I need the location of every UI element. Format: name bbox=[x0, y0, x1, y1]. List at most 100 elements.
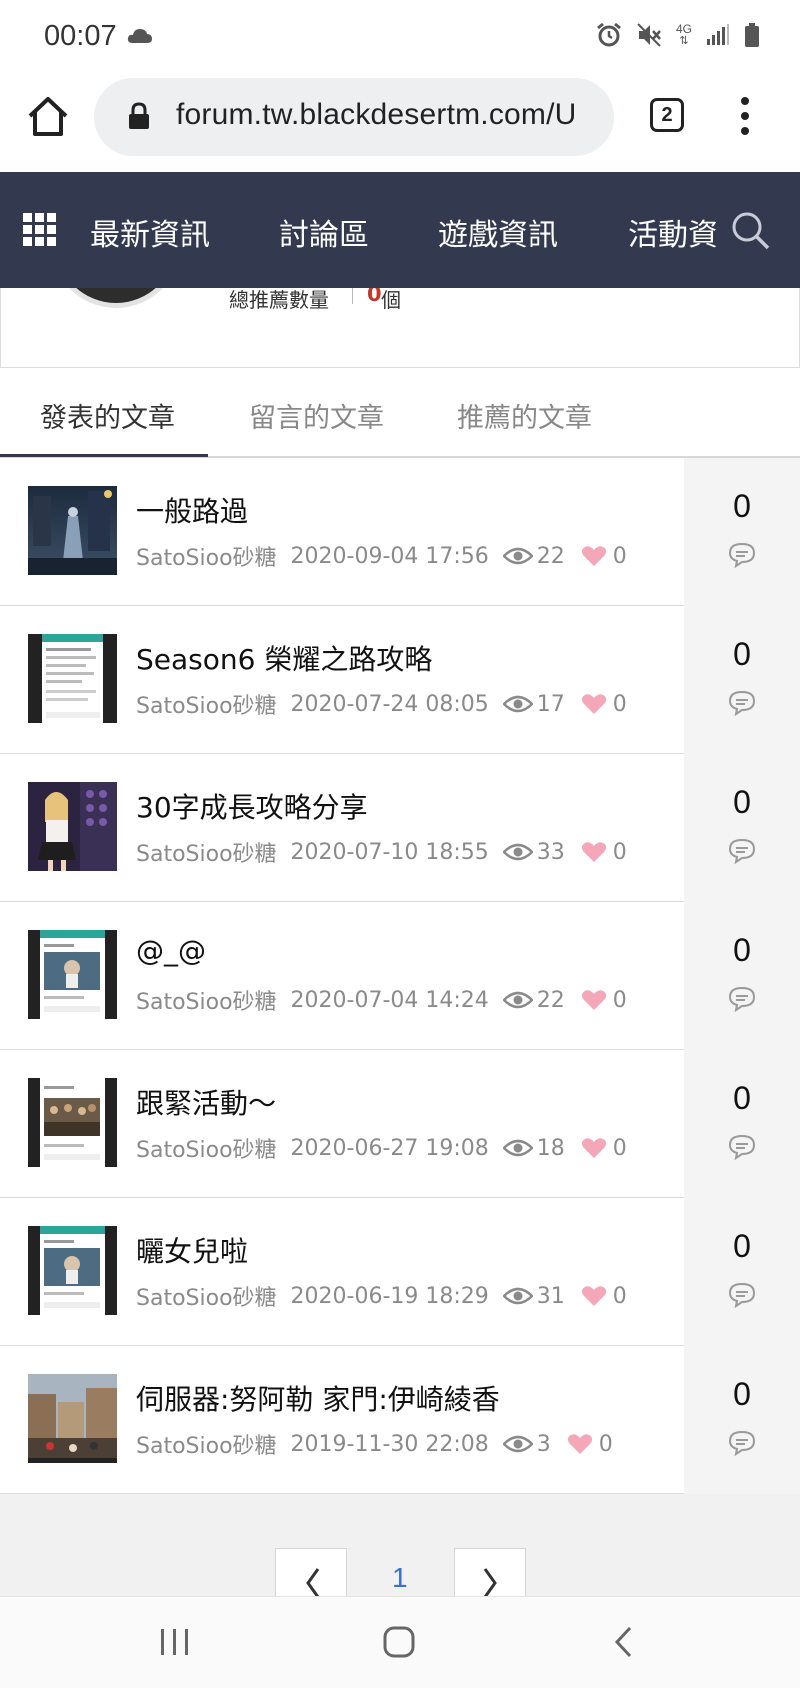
alarm-icon bbox=[596, 22, 622, 48]
address-bar[interactable]: forum.tw.blackdesertm.com/U bbox=[94, 78, 614, 156]
comment-panel[interactable]: 0 bbox=[684, 754, 800, 902]
post-row[interactable]: 伺服器:努阿勒 家門:伊崎綾香 SatoSioo砂糖 2019-11-30 22… bbox=[0, 1346, 800, 1494]
comment-panel[interactable]: 0 bbox=[684, 1346, 800, 1494]
heart-icon[interactable] bbox=[581, 693, 607, 715]
browser-toolbar: forum.tw.blackdesertm.com/U 2 bbox=[0, 76, 800, 172]
post-row[interactable]: @_@ SatoSioo砂糖 2020-07-04 14:24 22 0 0 bbox=[0, 902, 800, 1050]
comment-panel[interactable]: 0 bbox=[684, 1050, 800, 1198]
heart-icon[interactable] bbox=[581, 1285, 607, 1307]
mute-icon bbox=[636, 22, 662, 48]
recents-icon[interactable] bbox=[158, 1627, 192, 1661]
post-date: 2020-09-04 17:56 bbox=[290, 543, 489, 569]
post-date: 2019-11-30 22:08 bbox=[290, 1431, 489, 1457]
post-title[interactable]: Season6 榮耀之路攻略 bbox=[136, 638, 432, 678]
heart-icon[interactable] bbox=[581, 545, 607, 567]
post-date: 2020-07-24 08:05 bbox=[290, 691, 489, 717]
tab-switcher-button[interactable]: 2 bbox=[650, 98, 684, 132]
post-author[interactable]: SatoSioo砂糖 bbox=[136, 1280, 277, 1312]
post-author[interactable]: SatoSioo砂糖 bbox=[136, 1428, 277, 1460]
post-date: 2020-07-10 18:55 bbox=[290, 839, 489, 865]
nav-forum[interactable]: 討論區 bbox=[279, 210, 369, 254]
home-icon[interactable] bbox=[26, 94, 70, 138]
post-row[interactable]: 跟緊活動～ SatoSioo砂糖 2020-06-27 19:08 18 0 0 bbox=[0, 1050, 800, 1198]
status-icons: 4G ⇅ bbox=[596, 22, 760, 48]
post-meta: SatoSioo砂糖 2020-07-04 14:24 22 0 bbox=[136, 984, 627, 1016]
pagination: 1 bbox=[0, 1494, 800, 1608]
url-text: forum.tw.blackdesertm.com/U bbox=[176, 98, 577, 131]
post-author[interactable]: SatoSioo砂糖 bbox=[136, 540, 277, 572]
post-row[interactable]: Season6 榮耀之路攻略 SatoSioo砂糖 2020-07-24 08:… bbox=[0, 606, 800, 754]
home-button-icon[interactable] bbox=[382, 1625, 416, 1663]
post-author[interactable]: SatoSioo砂糖 bbox=[136, 688, 277, 720]
nav-game-info[interactable]: 遊戲資訊 bbox=[438, 210, 558, 254]
eye-icon bbox=[502, 1286, 533, 1306]
post-meta: SatoSioo砂糖 2020-09-04 17:56 22 0 bbox=[136, 540, 627, 572]
eye-icon bbox=[502, 842, 533, 862]
post-title[interactable]: 跟緊活動～ bbox=[136, 1082, 276, 1122]
post-likes: 0 bbox=[612, 543, 627, 569]
post-row[interactable]: 曬女兒啦 SatoSioo砂糖 2020-06-19 18:29 31 0 0 bbox=[0, 1198, 800, 1346]
post-title[interactable]: 伺服器:努阿勒 家門:伊崎綾香 bbox=[136, 1378, 500, 1418]
comment-icon bbox=[728, 1282, 756, 1312]
comment-count: 0 bbox=[733, 488, 751, 524]
comment-count: 0 bbox=[733, 636, 751, 672]
post-title[interactable]: @_@ bbox=[136, 934, 206, 967]
post-likes: 0 bbox=[612, 691, 627, 717]
post-views: 22 bbox=[536, 543, 565, 569]
cloud-icon bbox=[127, 28, 153, 48]
comment-count: 0 bbox=[733, 932, 751, 968]
divider bbox=[352, 288, 353, 304]
post-meta: SatoSioo砂糖 2020-07-10 18:55 33 0 bbox=[136, 836, 627, 868]
post-thumbnail[interactable] bbox=[28, 486, 117, 575]
post-title[interactable]: 30字成長攻略分享 bbox=[136, 786, 368, 826]
post-meta: SatoSioo砂糖 2019-11-30 22:08 3 0 bbox=[136, 1428, 613, 1460]
post-meta: SatoSioo砂糖 2020-06-19 18:29 31 0 bbox=[136, 1280, 627, 1312]
tab-recommended-posts[interactable]: 推薦的文章 bbox=[457, 396, 592, 435]
post-views: 31 bbox=[536, 1283, 565, 1309]
post-thumbnail[interactable] bbox=[28, 930, 117, 1019]
tab-commented-posts[interactable]: 留言的文章 bbox=[249, 396, 384, 435]
post-row[interactable]: 30字成長攻略分享 SatoSioo砂糖 2020-07-10 18:55 33… bbox=[0, 754, 800, 902]
signal-icon bbox=[706, 24, 730, 46]
recommend-unit: 個 bbox=[381, 288, 401, 312]
page-current[interactable]: 1 bbox=[392, 1562, 408, 1594]
eye-icon bbox=[502, 1138, 533, 1158]
post-title[interactable]: 曬女兒啦 bbox=[136, 1230, 248, 1270]
post-thumbnail[interactable] bbox=[28, 634, 117, 723]
post-row[interactable]: 一般路過 SatoSioo砂糖 2020-09-04 17:56 22 0 0 bbox=[0, 458, 800, 606]
post-meta: SatoSioo砂糖 2020-06-27 19:08 18 0 bbox=[136, 1132, 627, 1164]
heart-icon[interactable] bbox=[581, 841, 607, 863]
more-menu-icon[interactable] bbox=[736, 96, 754, 136]
post-author[interactable]: SatoSioo砂糖 bbox=[136, 984, 277, 1016]
android-nav-bar bbox=[0, 1596, 800, 1688]
tab-my-posts[interactable]: 發表的文章 bbox=[40, 396, 175, 435]
comment-panel[interactable]: 0 bbox=[684, 458, 800, 606]
comment-panel[interactable]: 0 bbox=[684, 606, 800, 754]
heart-icon[interactable] bbox=[581, 989, 607, 1011]
comment-icon bbox=[728, 986, 756, 1016]
grid-menu-icon[interactable] bbox=[23, 213, 57, 247]
heart-icon[interactable] bbox=[567, 1433, 593, 1455]
search-icon[interactable] bbox=[730, 210, 770, 254]
status-bar: 00:07 4G ⇅ bbox=[0, 0, 800, 76]
post-thumbnail[interactable] bbox=[28, 1226, 117, 1315]
post-date: 2020-06-19 18:29 bbox=[290, 1283, 489, 1309]
post-list: 一般路過 SatoSioo砂糖 2020-09-04 17:56 22 0 0 … bbox=[0, 458, 800, 1494]
post-title[interactable]: 一般路過 bbox=[136, 490, 248, 530]
comment-panel[interactable]: 0 bbox=[684, 1198, 800, 1346]
nav-latest-news[interactable]: 最新資訊 bbox=[90, 210, 210, 254]
post-thumbnail[interactable] bbox=[28, 1078, 117, 1167]
post-thumbnail[interactable] bbox=[28, 782, 117, 871]
post-thumbnail[interactable] bbox=[28, 1374, 117, 1463]
nav-events[interactable]: 活動資 bbox=[628, 210, 718, 254]
comment-panel[interactable]: 0 bbox=[684, 902, 800, 1050]
post-meta: SatoSioo砂糖 2020-07-24 08:05 17 0 bbox=[136, 688, 627, 720]
back-icon[interactable] bbox=[612, 1625, 636, 1663]
eye-icon bbox=[502, 990, 533, 1010]
post-author[interactable]: SatoSioo砂糖 bbox=[136, 836, 277, 868]
post-likes: 0 bbox=[598, 1431, 613, 1457]
post-date: 2020-06-27 19:08 bbox=[290, 1135, 489, 1161]
heart-icon[interactable] bbox=[581, 1137, 607, 1159]
data-arrows: ⇅ bbox=[679, 35, 689, 47]
post-author[interactable]: SatoSioo砂糖 bbox=[136, 1132, 277, 1164]
